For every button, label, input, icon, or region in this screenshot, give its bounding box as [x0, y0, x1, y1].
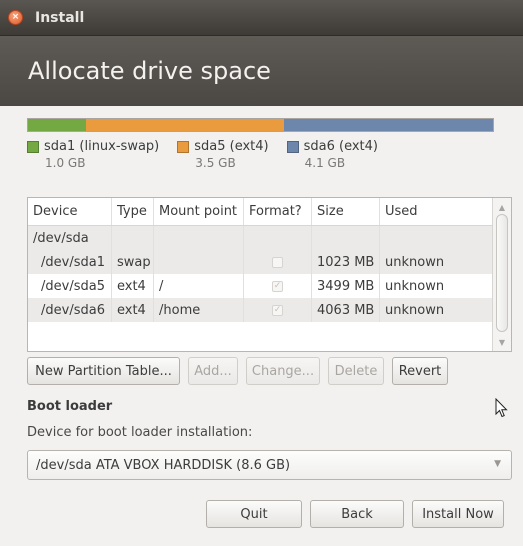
- boot-loader-device-select[interactable]: /dev/sda ATA VBOX HARDDISK (8.6 GB) ▼: [27, 450, 512, 480]
- install-now-button[interactable]: Install Now: [412, 500, 504, 528]
- change-button[interactable]: Change...: [246, 357, 320, 385]
- cell-used: [380, 226, 493, 250]
- cell-mount: /: [154, 274, 244, 298]
- column-header-mount-point[interactable]: Mount point: [154, 198, 244, 225]
- usage-segment-sda1: [28, 119, 87, 131]
- cell-mount: [154, 250, 244, 274]
- legend-swatch-sda1: [27, 140, 39, 153]
- boot-loader-heading: Boot loader: [27, 399, 113, 414]
- cell-size: 4063 MB: [312, 298, 380, 322]
- legend-swatch-sda6: [286, 140, 299, 153]
- legend-label: sda1 (linux-swap): [44, 139, 160, 154]
- legend-size: 3.5 GB: [195, 156, 236, 170]
- table-scrollbar[interactable]: ▲ ▼: [492, 198, 511, 351]
- cell-format: ✓: [244, 298, 312, 322]
- cell-size: [312, 226, 380, 250]
- page-header: Allocate drive space: [0, 36, 523, 106]
- add-button[interactable]: Add...: [188, 357, 238, 385]
- legend-size: 1.0 GB: [45, 156, 86, 170]
- legend-size: 4.1 GB: [304, 156, 346, 170]
- cell-device: /dev/sda: [28, 226, 112, 250]
- scroll-down-icon[interactable]: ▼: [493, 335, 511, 349]
- legend-item-sda1: sda1 (linux-swap) 1.0 GB: [27, 139, 159, 170]
- cell-type: [112, 226, 154, 250]
- delete-button[interactable]: Delete: [328, 357, 384, 385]
- cell-device: /dev/sda6: [28, 298, 112, 322]
- legend-label: sda5 (ext4): [194, 139, 269, 154]
- cell-type: ext4: [112, 274, 154, 298]
- table-row[interactable]: /dev/sda6 ext4 /home ✓ 4063 MB unknown: [28, 298, 493, 322]
- column-header-device[interactable]: Device: [28, 198, 112, 225]
- dropdown-arrow-icon: ▼: [494, 459, 501, 469]
- cell-used: unknown: [385, 254, 445, 270]
- cell-mount: [154, 226, 244, 250]
- column-header-format[interactable]: Format?: [244, 198, 312, 225]
- cell-format: [244, 226, 312, 250]
- revert-button[interactable]: Revert: [392, 357, 448, 385]
- format-checkbox[interactable]: ✓: [272, 304, 283, 316]
- partition-table: Device Type Mount point Format? Size Use…: [27, 197, 512, 352]
- column-header-used[interactable]: Used: [380, 198, 493, 225]
- usage-segment-sda6: [283, 119, 493, 131]
- cell-mount: /home: [154, 298, 244, 322]
- window-title: Install: [35, 9, 85, 26]
- cell-type: ext4: [112, 298, 154, 322]
- scroll-up-icon[interactable]: ▲: [493, 200, 511, 214]
- cell-device: /dev/sda1: [28, 250, 112, 274]
- cell-size: 1023 MB: [312, 250, 380, 274]
- title-bar: × Install: [0, 0, 523, 36]
- disk-usage-bar: [27, 118, 494, 132]
- table-row[interactable]: /dev/sda1 swap 1023 MB unknown: [28, 250, 493, 274]
- boot-loader-label: Device for boot loader installation:: [27, 425, 253, 440]
- page-title: Allocate drive space: [28, 57, 271, 85]
- usage-legend: sda1 (linux-swap) 1.0 GB sda5 (ext4) 3.5…: [27, 139, 497, 170]
- column-header-size[interactable]: Size: [312, 198, 380, 225]
- partition-table-body: Device Type Mount point Format? Size Use…: [28, 198, 493, 351]
- scrollbar-thumb[interactable]: [496, 214, 508, 332]
- cell-used: unknown: [385, 278, 445, 294]
- cell-format: [244, 250, 312, 274]
- cell-size: 3499 MB: [312, 274, 380, 298]
- cell-used: unknown: [385, 302, 445, 318]
- legend-swatch-sda5: [177, 140, 190, 153]
- new-partition-table-button[interactable]: New Partition Table...: [27, 357, 180, 385]
- mouse-pointer-icon: [495, 398, 508, 418]
- quit-button[interactable]: Quit: [206, 500, 302, 528]
- legend-item-sda6: sda6 (ext4) 4.1 GB: [286, 139, 378, 170]
- table-header-row: Device Type Mount point Format? Size Use…: [28, 198, 493, 226]
- format-checkbox[interactable]: ✓: [272, 280, 283, 292]
- cell-format: ✓: [244, 274, 312, 298]
- back-button[interactable]: Back: [310, 500, 404, 528]
- column-header-type[interactable]: Type: [112, 198, 154, 225]
- legend-item-sda5: sda5 (ext4) 3.5 GB: [177, 139, 269, 170]
- format-checkbox[interactable]: [272, 256, 283, 268]
- cell-device: /dev/sda5: [28, 274, 112, 298]
- boot-loader-selected-value: /dev/sda ATA VBOX HARDDISK (8.6 GB): [36, 457, 291, 473]
- table-row[interactable]: /dev/sda: [28, 226, 493, 250]
- cell-type: swap: [112, 250, 154, 274]
- usage-segment-sda5: [86, 119, 284, 131]
- close-icon[interactable]: ×: [8, 10, 23, 25]
- table-row[interactable]: /dev/sda5 ext4 / ✓ 3499 MB unknown: [28, 274, 493, 298]
- legend-label: sda6 (ext4): [303, 139, 378, 154]
